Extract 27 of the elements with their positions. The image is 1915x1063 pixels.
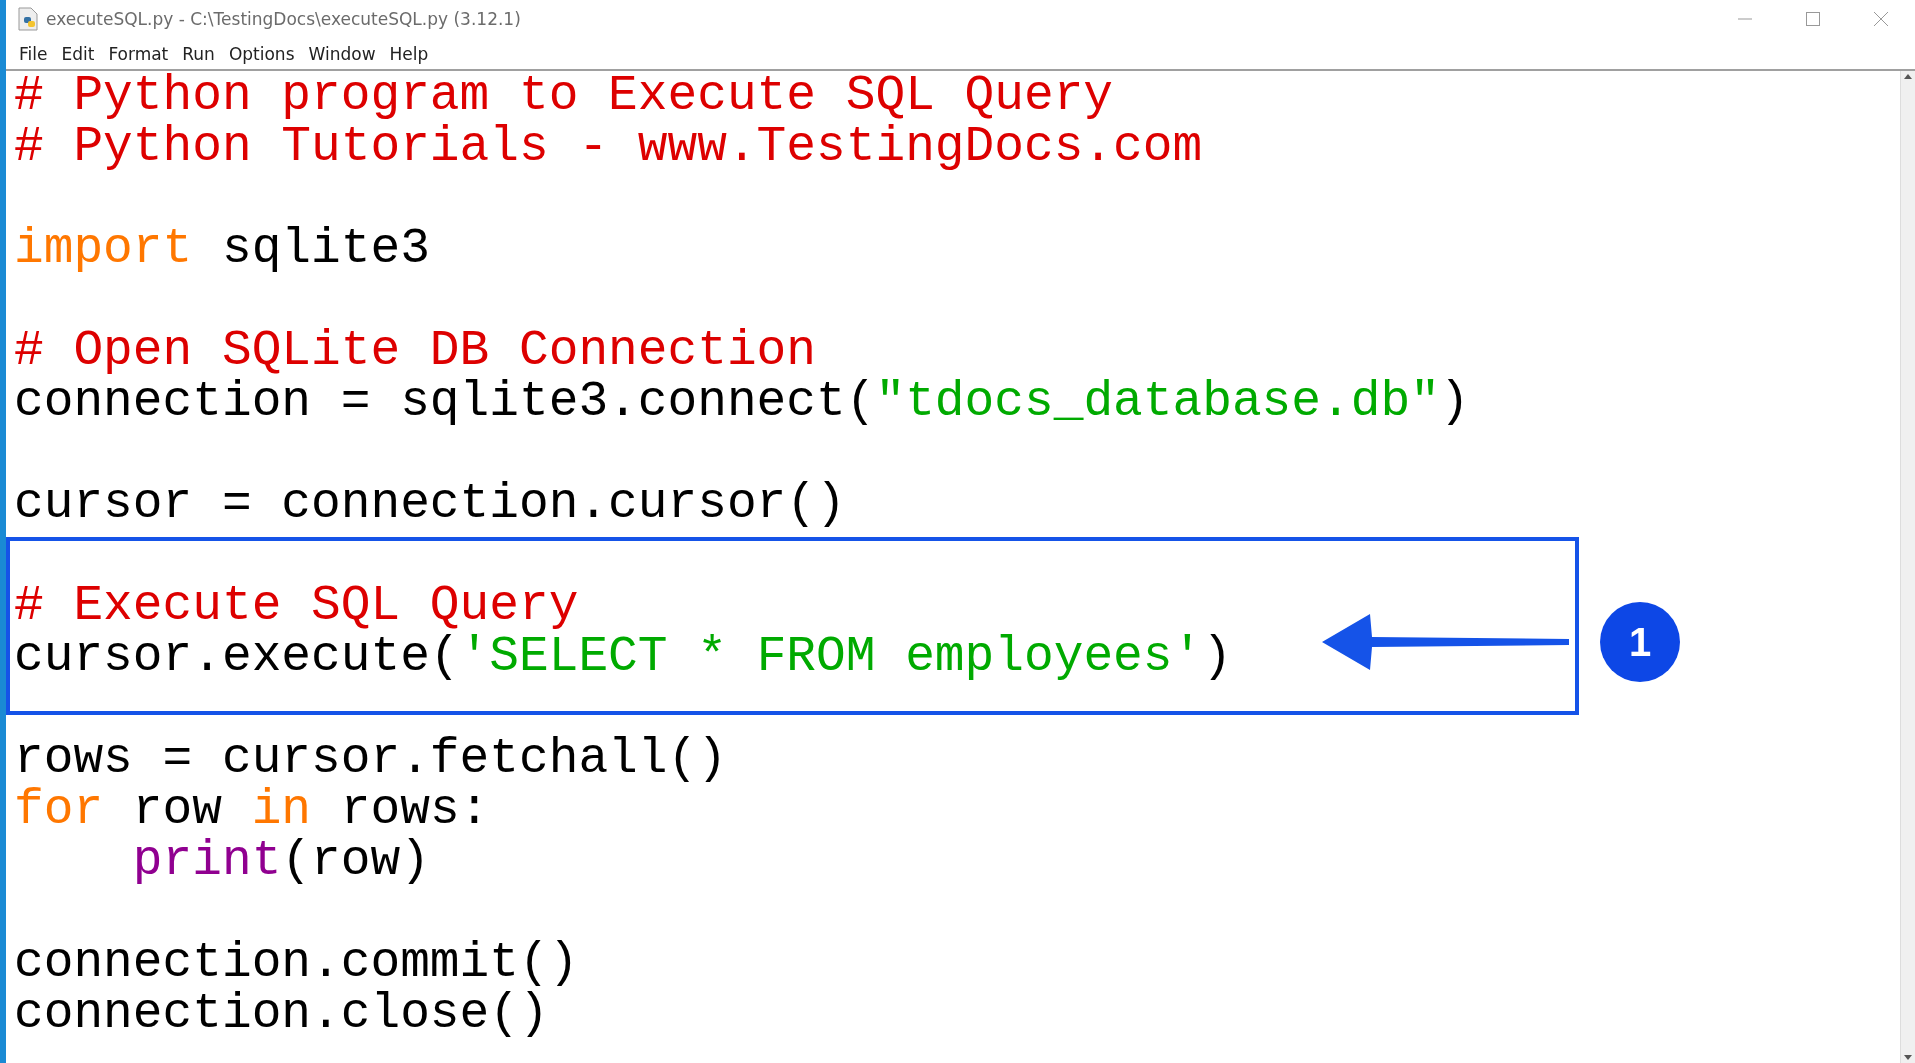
code-line: connection = sqlite3.connect("tdocs_database.db")	[14, 377, 1470, 428]
code-line: # Python Tutorials - www.TestingDocs.com	[14, 122, 1203, 173]
menu-item[interactable]: Format	[101, 43, 176, 64]
python-file-icon	[18, 7, 38, 31]
menu-item[interactable]: Run	[175, 43, 222, 64]
code-line: print(row)	[131, 836, 430, 887]
code-line: rows = cursor.fetchall()	[14, 734, 727, 785]
menu-item[interactable]: Help	[382, 43, 436, 64]
menu-item[interactable]: File	[12, 43, 55, 64]
menu-item[interactable]: Window	[301, 43, 383, 64]
code-line: # Python program to Execute SQL Query	[14, 71, 1114, 122]
code-line: for row in rows:	[14, 785, 490, 836]
callout-badge: 1	[1600, 602, 1680, 682]
code-line: connection.close()	[14, 989, 549, 1040]
window-title: executeSQL.py - C:\TestingDocs\executeSQL.py (3.12.1)	[46, 9, 521, 29]
scrollbar[interactable]	[1900, 71, 1915, 1063]
code-line: # Open SQLite DB Connection	[14, 326, 817, 377]
code-line: cursor = connection.cursor()	[14, 479, 846, 530]
code-line: # Execute SQL Query	[14, 581, 579, 632]
code-line: import sqlite3	[14, 224, 430, 275]
close-icon[interactable]	[1873, 11, 1889, 27]
menu-item[interactable]: Edit	[54, 43, 102, 64]
code-line: connection.commit()	[14, 938, 579, 989]
maximize-icon[interactable]	[1805, 11, 1821, 27]
menu-item[interactable]: Options	[221, 43, 302, 64]
arrow-icon	[1322, 614, 1572, 670]
code-line: cursor.execute('SELECT * FROM employees')	[14, 632, 1232, 683]
